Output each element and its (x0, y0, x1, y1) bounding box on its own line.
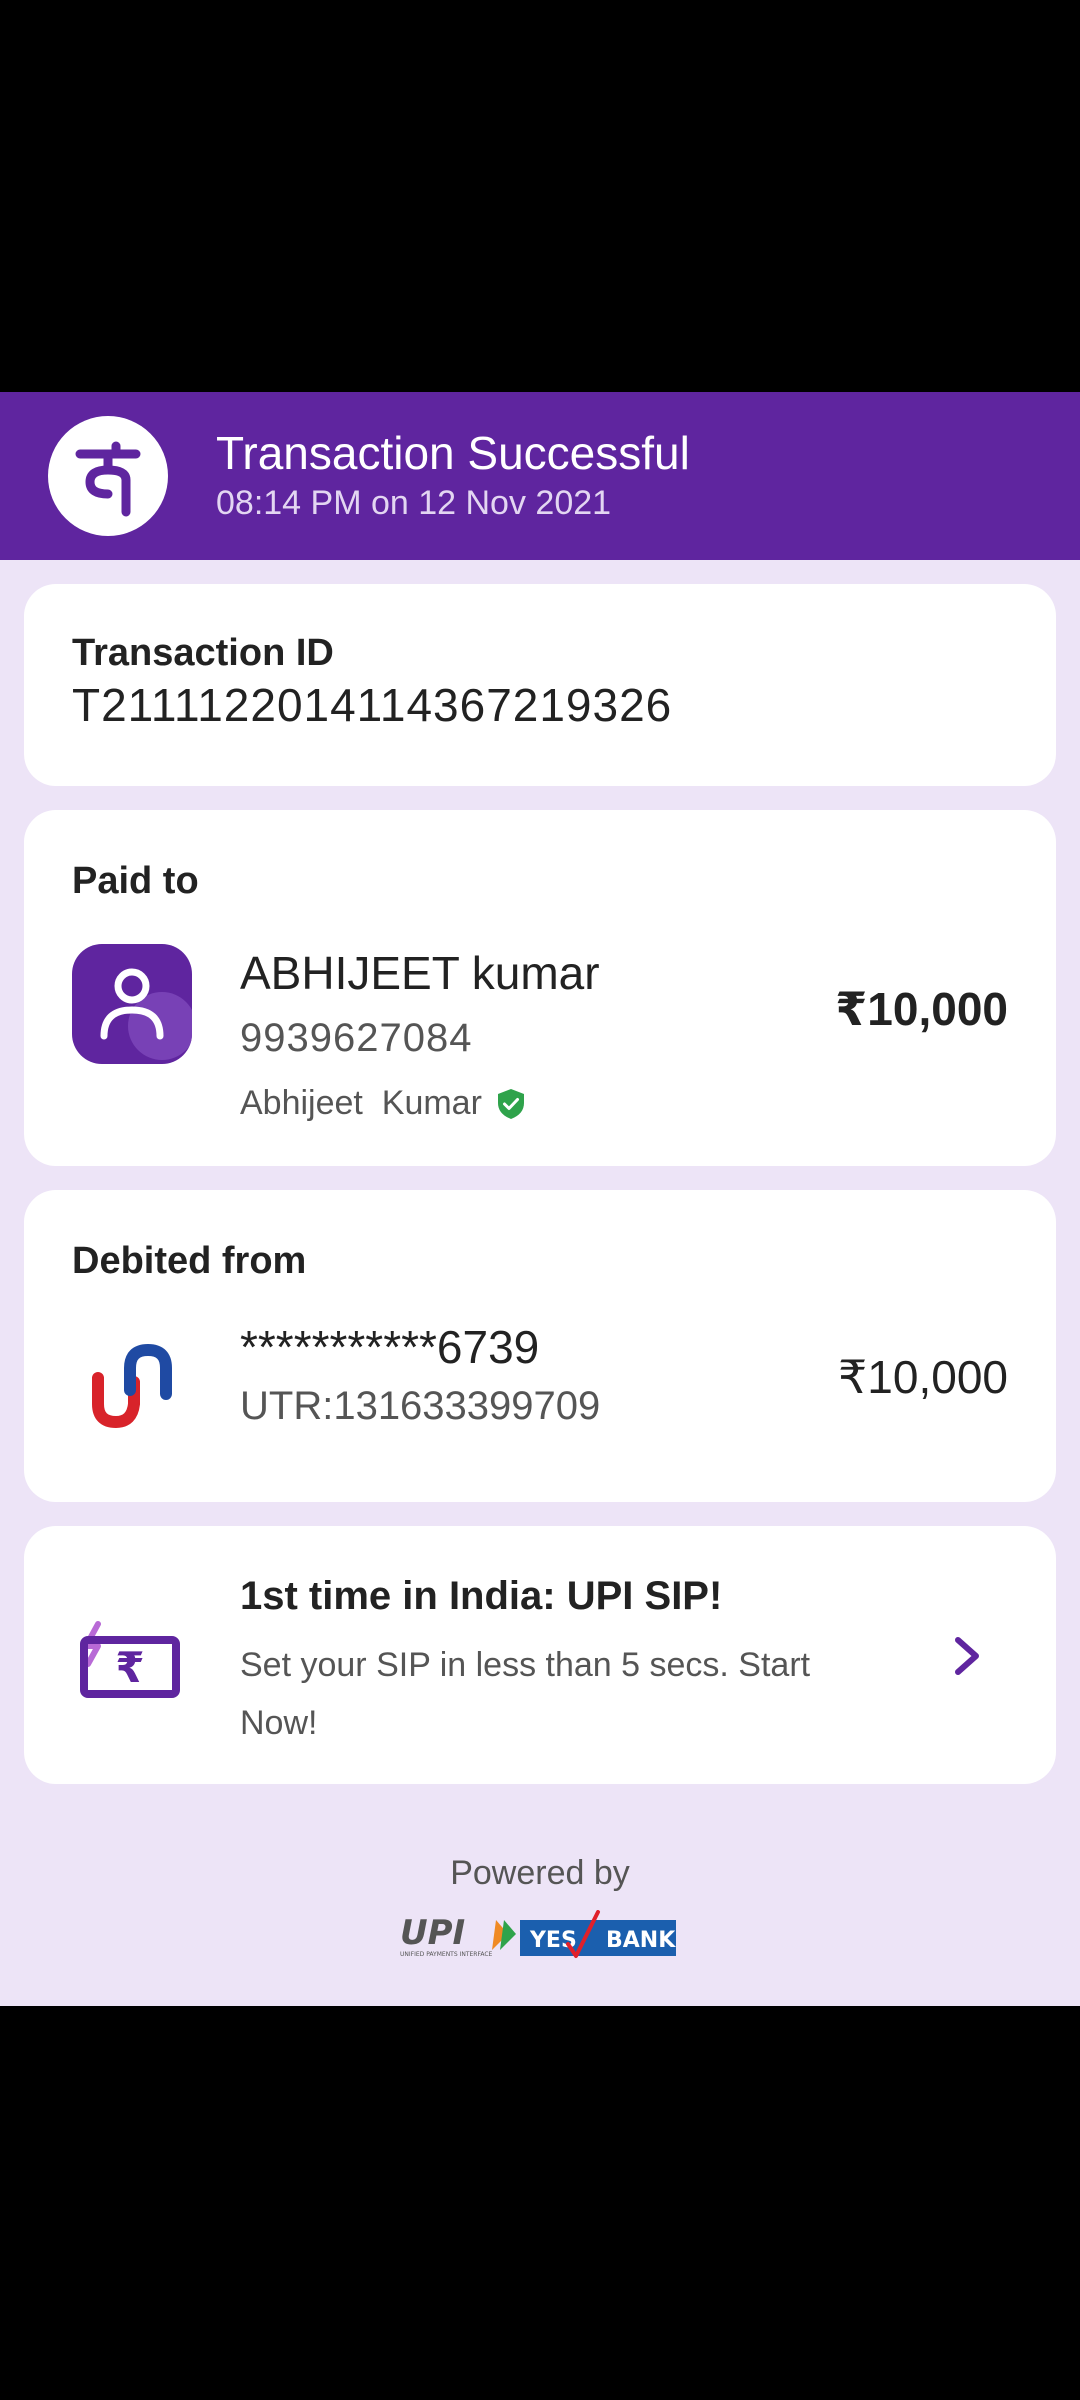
powered-by-label: Powered by (450, 1854, 630, 1892)
payee-phone: 9939627084 (240, 1016, 473, 1060)
verified-shield-icon (496, 1088, 526, 1120)
svg-text:UNIFIED PAYMENTS INTERFACE: UNIFIED PAYMENTS INTERFACE (400, 1951, 493, 1958)
promo-title: 1st time in India: UPI SIP! (240, 1574, 723, 1618)
upi-sip-promo-card[interactable]: ₹ 1st time in India: UPI SIP! Set your S… (24, 1526, 1056, 1784)
paid-to-label: Paid to (72, 860, 199, 902)
status-header: Transaction Successful 08:14 PM on 12 No… (0, 392, 1080, 560)
svg-text:BANK: BANK (606, 1928, 676, 1953)
upi-yesbank-logo: UPI UNIFIED PAYMENTS INTERFACE YES BANK (400, 1910, 676, 1958)
payee-avatar-icon (72, 944, 192, 1064)
payee-verified-name-row: Abhijeet Kumar (240, 1084, 526, 1123)
svg-text:UPI: UPI (400, 1913, 465, 1953)
upi-logo-icon: UPI UNIFIED PAYMENTS INTERFACE (400, 1913, 516, 1958)
payee-verified-name: Abhijeet Kumar (240, 1084, 482, 1122)
debited-amount: ₹10,000 (838, 1351, 1008, 1403)
union-bank-logo-icon (84, 1338, 180, 1434)
partner-logos: UPI UNIFIED PAYMENTS INTERFACE YES BANK (398, 1910, 678, 1966)
payee-name: ABHIJEET kumar (240, 947, 600, 999)
transaction-id-card[interactable]: Transaction ID T2111122014114367219326 (24, 584, 1056, 786)
phonepe-logo-icon (48, 416, 168, 536)
transaction-screen: Transaction Successful 08:14 PM on 12 No… (0, 392, 1080, 2006)
transaction-id-value[interactable]: T2111122014114367219326 (72, 678, 672, 732)
transaction-datetime: 08:14 PM on 12 Nov 2021 (216, 484, 612, 522)
debited-from-card[interactable]: Debited from ***********6739 UTR:1316333… (24, 1190, 1056, 1502)
yes-bank-logo-icon: YES BANK (520, 1910, 676, 1958)
utr-number[interactable]: UTR:131633399709 (240, 1384, 600, 1429)
transaction-id-label: Transaction ID (72, 632, 334, 674)
paid-to-card[interactable]: Paid to ABHIJEET kumar 9939627084 Abhije… (24, 810, 1056, 1166)
account-number-masked: ***********6739 (240, 1321, 540, 1373)
chevron-right-icon[interactable] (948, 1634, 988, 1678)
debited-from-label: Debited from (72, 1240, 307, 1282)
promo-description: Set your SIP in less than 5 secs. Start … (240, 1646, 811, 1742)
svg-text:₹: ₹ (115, 1643, 144, 1692)
paid-amount: ₹10,000 (835, 983, 1008, 1035)
page-title: Transaction Successful (216, 427, 690, 479)
rupee-sip-icon: ₹ (76, 1606, 186, 1706)
